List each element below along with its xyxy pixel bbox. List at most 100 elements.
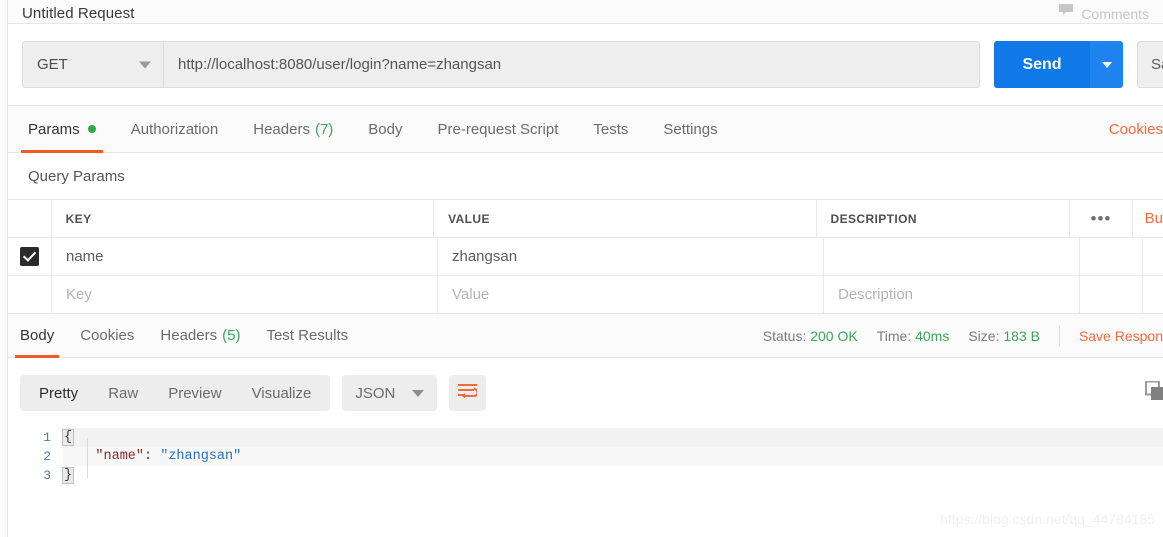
- params-modified-dot-icon: [87, 125, 96, 133]
- tab-tests-label: Tests: [593, 120, 629, 138]
- code-line-1-text: {: [61, 429, 75, 446]
- response-tab-cookies[interactable]: Cookies: [80, 313, 134, 358]
- line-number-3: 3: [43, 468, 51, 483]
- json-value: "zhangsan": [160, 449, 242, 464]
- code-line-3-text: }: [61, 467, 75, 484]
- response-tab-body-label: Body: [20, 327, 55, 344]
- row-tools-cell: [1080, 238, 1143, 275]
- response-tab-test-results[interactable]: Test Results: [266, 313, 348, 358]
- tab-settings-label: Settings: [663, 120, 718, 138]
- row-value-value[interactable]: zhangsan: [452, 248, 517, 265]
- request-tabs: Params Authorization Headers (7) Body Pr…: [8, 106, 1163, 153]
- response-tab-cookies-label: Cookies: [80, 327, 135, 344]
- column-header-value: VALUE: [448, 211, 490, 226]
- response-tab-body[interactable]: Body: [14, 313, 60, 358]
- row-description-cell[interactable]: [824, 238, 1080, 275]
- url-input-value: http://localhost:8080/user/login?name=zh…: [178, 56, 502, 73]
- ellipsis-icon[interactable]: •••: [1091, 210, 1112, 227]
- size-label: Size:: [968, 327, 1000, 344]
- table-row: name zhangsan: [8, 237, 1163, 275]
- json-close-brace: }: [61, 467, 75, 484]
- tab-headers[interactable]: Headers (7): [253, 106, 333, 153]
- view-mode-preview[interactable]: Preview: [153, 385, 236, 402]
- code-indent-guide: [87, 438, 88, 478]
- tab-headers-count: (7): [314, 120, 334, 138]
- http-method-select[interactable]: GET: [22, 41, 163, 88]
- http-method-label: GET: [37, 56, 68, 73]
- table-header-row: KEY VALUE DESCRIPTION ••• Bu: [8, 199, 1163, 237]
- copy-button[interactable]: [1143, 380, 1163, 406]
- view-mode-visualize[interactable]: Visualize: [237, 385, 327, 402]
- tab-body[interactable]: Body: [368, 106, 402, 153]
- query-params-label: Query Params: [28, 167, 125, 185]
- title-bar-actions: Comments: [1058, 3, 1149, 22]
- bulk-edit-link[interactable]: Bu: [1145, 210, 1163, 227]
- column-header-description: DESCRIPTION: [830, 211, 917, 226]
- json-open-brace: {: [61, 429, 75, 446]
- view-mode-raw[interactable]: Raw: [93, 385, 153, 402]
- tab-authorization[interactable]: Authorization: [131, 106, 219, 153]
- comments-label[interactable]: Comments: [1081, 6, 1149, 22]
- time-label: Time:: [876, 327, 912, 344]
- json-colon: :: [144, 449, 161, 464]
- postman-request-window: Untitled Request Comments GET http://loc…: [0, 0, 1163, 537]
- code-line-highlight-1: [63, 428, 1163, 447]
- tab-pre-request-script[interactable]: Pre-request Script: [438, 106, 559, 153]
- save-button[interactable]: Save: [1137, 41, 1163, 88]
- row-key-value[interactable]: name: [66, 248, 104, 265]
- code-line-2-text: "name": "zhangsan": [63, 449, 241, 464]
- placeholder-value[interactable]: Value: [452, 286, 489, 303]
- tab-settings[interactable]: Settings: [663, 106, 717, 153]
- placeholder-checkbox-cell: [8, 276, 52, 313]
- time-value: 40ms: [915, 327, 950, 344]
- watermark: https://blog.csdn.net/qq_44784185: [940, 511, 1155, 527]
- row-spacer-cell: [1143, 238, 1163, 275]
- tab-body-label: Body: [368, 120, 403, 138]
- response-format-label: JSON: [355, 384, 396, 402]
- placeholder-description[interactable]: Description: [838, 286, 913, 303]
- tab-tests[interactable]: Tests: [593, 106, 628, 153]
- query-params-section-header: Query Params: [8, 153, 1163, 199]
- comment-bubble-icon[interactable]: [1058, 3, 1074, 22]
- code-line-3: 3 }: [9, 466, 1163, 485]
- chevron-down-icon: [412, 389, 425, 397]
- cookies-link[interactable]: Cookies: [1109, 121, 1163, 138]
- placeholder-key[interactable]: Key: [66, 286, 92, 303]
- tab-headers-label: Headers: [253, 120, 310, 138]
- size-item: Size: 183 B: [968, 328, 1040, 344]
- page-title: Untitled Request: [22, 5, 135, 22]
- placeholder-spacer-cell: [1143, 276, 1163, 313]
- status-item: Status: 200 OK: [763, 328, 858, 344]
- url-bar-row: GET http://localhost:8080/user/login?nam…: [8, 23, 1163, 106]
- view-mode-group: Pretty Raw Preview Visualize: [20, 375, 331, 411]
- tab-pre-request-script-label: Pre-request Script: [437, 120, 559, 138]
- response-format-select[interactable]: JSON: [342, 375, 438, 411]
- size-value: 183 B: [1003, 327, 1040, 344]
- line-number-1: 1: [43, 430, 51, 445]
- word-wrap-icon: [458, 383, 479, 403]
- line-number-2: 2: [43, 449, 51, 464]
- response-tab-headers[interactable]: Headers (5): [160, 313, 240, 358]
- meta-divider: [1058, 325, 1060, 346]
- send-button[interactable]: Send: [994, 41, 1090, 88]
- json-key: "name": [95, 449, 145, 464]
- query-params-table: KEY VALUE DESCRIPTION ••• Bu name zhangs…: [8, 199, 1163, 313]
- save-response-link[interactable]: Save Respon: [1079, 328, 1163, 344]
- tab-params-label: Params: [28, 120, 80, 138]
- response-tab-test-results-label: Test Results: [266, 327, 349, 344]
- placeholder-tools-cell: [1080, 276, 1143, 313]
- chevron-down-icon: [139, 61, 151, 68]
- word-wrap-button[interactable]: [449, 375, 487, 411]
- response-body-toolbar: Pretty Raw Preview Visualize JSON: [8, 358, 1163, 428]
- view-mode-pretty[interactable]: Pretty: [24, 385, 93, 402]
- time-item: Time: 40ms: [877, 328, 950, 344]
- tab-params[interactable]: Params: [21, 106, 103, 153]
- status-value: 200 OK: [810, 327, 858, 344]
- request-title-bar: Untitled Request Comments: [8, 0, 1163, 23]
- url-input[interactable]: http://localhost:8080/user/login?name=zh…: [163, 41, 980, 88]
- send-options-button[interactable]: [1090, 41, 1123, 88]
- row-checkbox[interactable]: [20, 247, 39, 266]
- response-tabs: Body Cookies Headers (5) Test Results St…: [8, 313, 1163, 358]
- send-button-group: Send: [994, 41, 1123, 88]
- status-label: Status:: [762, 327, 807, 344]
